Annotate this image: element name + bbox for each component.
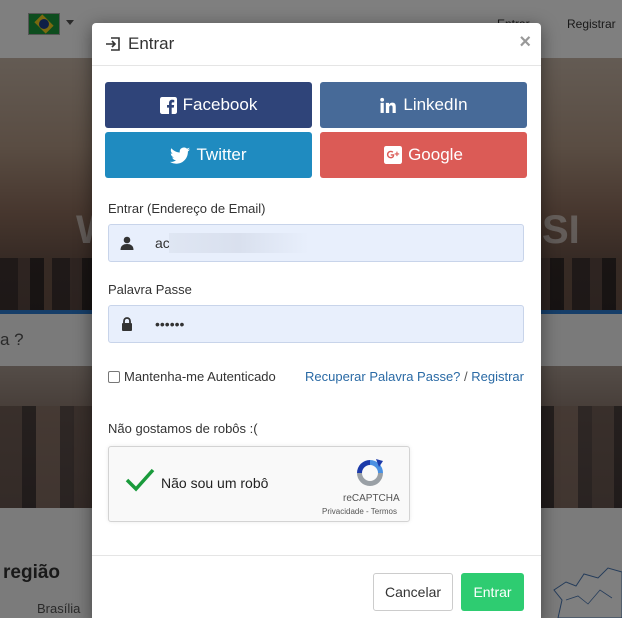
recaptcha-logo-icon	[357, 459, 383, 486]
twitter-login-button[interactable]: Twitter	[105, 132, 312, 178]
email-label: Entrar (Endereço de Email)	[108, 201, 266, 216]
modal-title: Entrar	[128, 34, 175, 53]
captcha-label: Não sou um robô	[161, 475, 269, 491]
remember-label: Mantenha-me Autenticado	[124, 369, 276, 384]
checkmark-icon[interactable]	[125, 467, 155, 493]
cancel-button[interactable]: Cancelar	[373, 573, 453, 611]
twitter-label: Twitter	[196, 145, 247, 164]
close-button[interactable]: ×	[519, 32, 531, 52]
robots-label: Não gostamos de robôs :(	[108, 421, 258, 436]
password-label: Palavra Passe	[108, 282, 192, 297]
remember-checkbox[interactable]	[108, 370, 120, 383]
google-label: Google	[408, 145, 463, 164]
sign-in-icon	[106, 37, 120, 51]
redacted-email	[169, 233, 309, 253]
modal-footer: Cancelar Entrar	[92, 555, 541, 618]
linkedin-login-button[interactable]: LinkedIn	[320, 82, 527, 128]
email-field[interactable]: ac	[108, 224, 524, 262]
facebook-icon	[159, 96, 177, 114]
link-separator: /	[460, 369, 472, 384]
password-value: ••••••	[155, 316, 185, 332]
account-links: Recuperar Palavra Passe? / Registrar	[305, 369, 524, 384]
recaptcha-widget[interactable]: Não sou um robô reCAPTCHA Privacidade - …	[108, 446, 410, 522]
modal-header: Entrar ×	[92, 23, 541, 66]
twitter-icon	[170, 147, 191, 164]
recaptcha-brand: reCAPTCHA	[343, 493, 400, 504]
linkedin-label: LinkedIn	[403, 95, 468, 114]
facebook-login-button[interactable]: Facebook	[105, 82, 312, 128]
linkedin-icon	[380, 97, 397, 113]
facebook-label: Facebook	[182, 95, 258, 114]
login-modal: Entrar × Facebook LinkedIn Twitter Googl…	[92, 23, 541, 618]
password-field[interactable]: ••••••	[108, 305, 524, 343]
google-login-button[interactable]: Google	[320, 132, 527, 178]
google-plus-icon	[384, 146, 403, 164]
remember-me[interactable]: Mantenha-me Autenticado	[108, 369, 276, 384]
email-value: ac	[155, 235, 170, 251]
submit-button[interactable]: Entrar	[461, 573, 524, 611]
lock-icon	[122, 317, 132, 331]
recover-password-link[interactable]: Recuperar Palavra Passe?	[305, 369, 460, 384]
recaptcha-terms-link[interactable]: Privacidade - Termos	[322, 507, 397, 516]
user-icon	[120, 236, 134, 250]
register-link[interactable]: Registrar	[471, 369, 524, 384]
